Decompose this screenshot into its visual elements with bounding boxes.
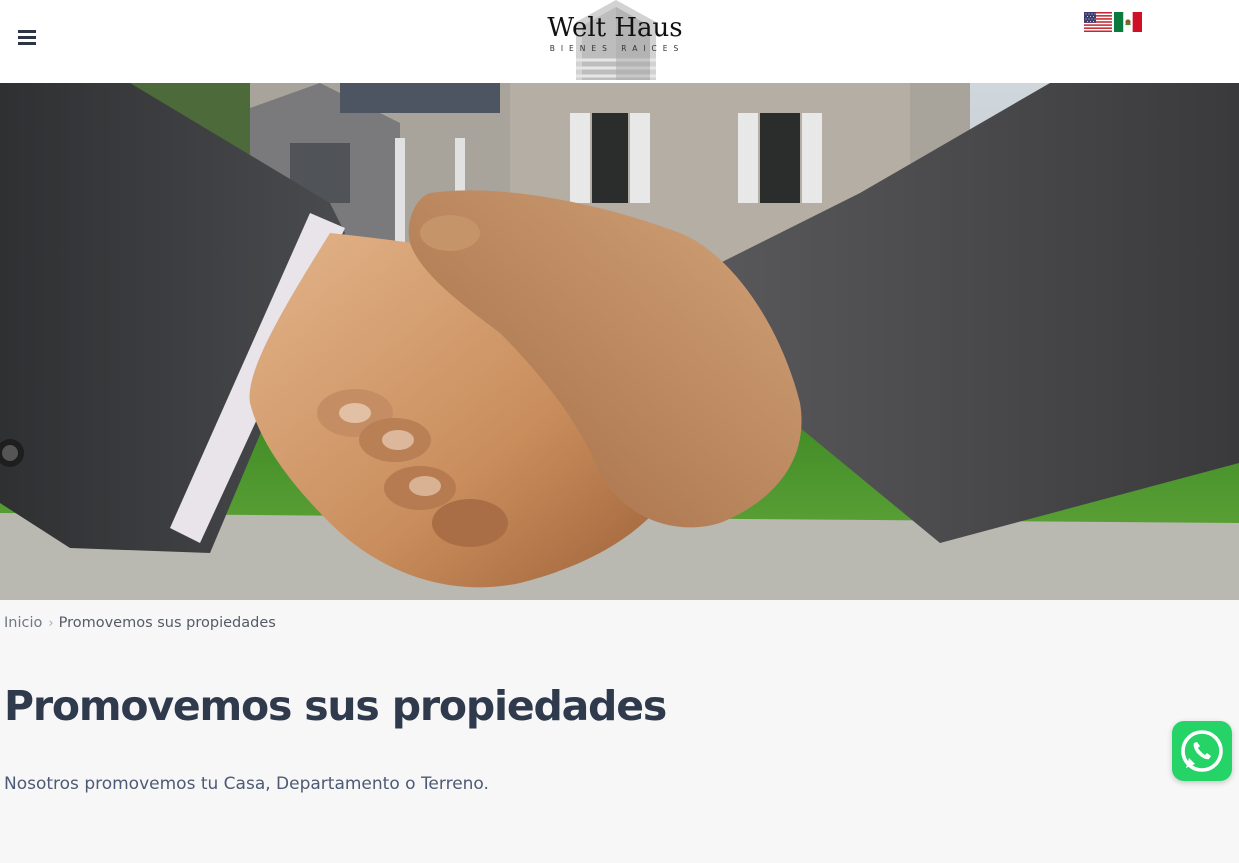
logo-title: Welt Haus [547, 13, 683, 43]
us-flag-icon[interactable] [1084, 12, 1112, 32]
page-description: Nosotros promovemos tu Casa, Departament… [4, 774, 489, 794]
page-title: Promovemos sus propiedades [4, 682, 667, 730]
chevron-right-icon: › [48, 616, 54, 631]
breadcrumb-current: Promovemos sus propiedades [58, 615, 276, 631]
whatsapp-icon [1181, 730, 1223, 772]
whatsapp-button[interactable] [1172, 721, 1232, 781]
breadcrumb-home-link[interactable]: Inicio [4, 615, 42, 631]
mx-flag-icon[interactable] [1114, 12, 1142, 32]
hero-image [0, 83, 1239, 600]
hamburger-menu-icon[interactable] [18, 30, 36, 46]
logo-subtitle: BIENES RAICES [549, 44, 685, 53]
site-header: Welt Haus BIENES RAICES [0, 0, 1239, 83]
breadcrumb: Inicio › Promovemos sus propiedades [4, 615, 276, 635]
site-logo[interactable]: Welt Haus BIENES RAICES [545, 0, 685, 80]
